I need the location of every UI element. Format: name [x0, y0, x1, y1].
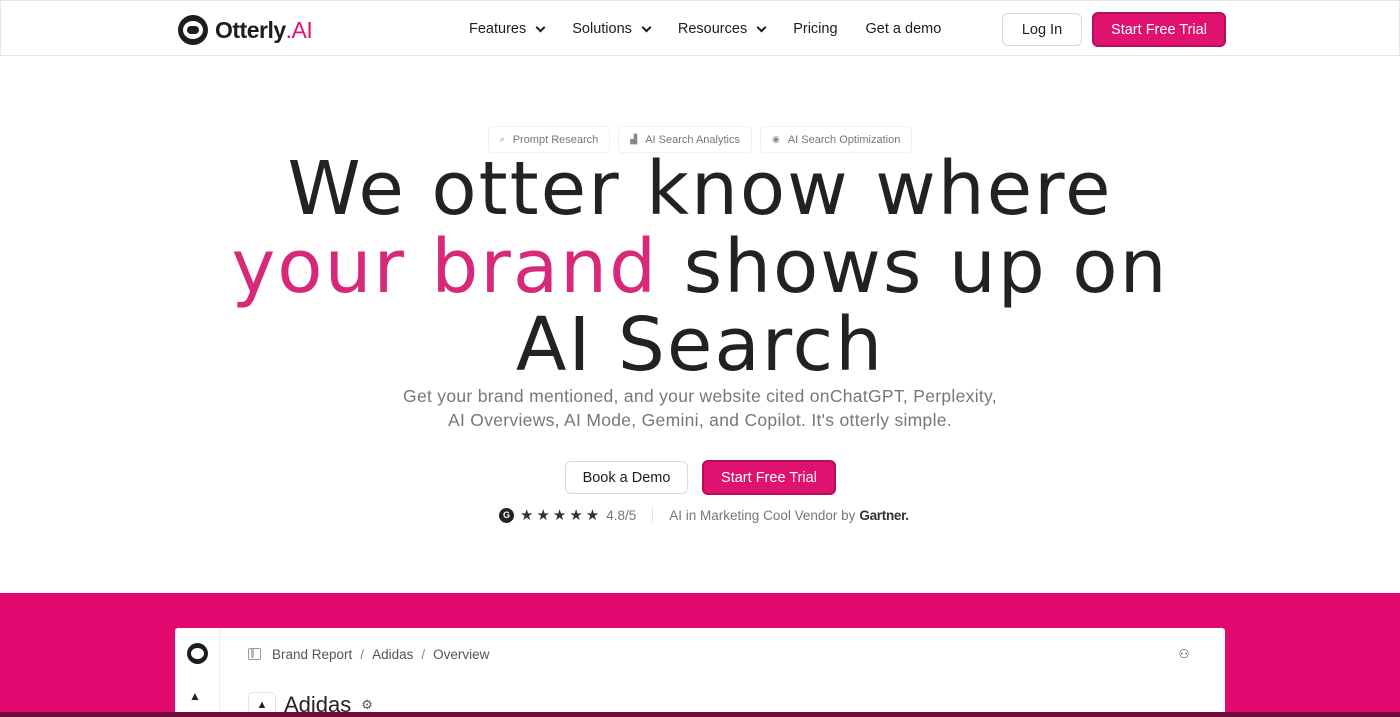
chart-icon: ▟: [630, 134, 638, 144]
divider: [652, 507, 654, 523]
user-icon[interactable]: ⚇: [1173, 643, 1195, 665]
otter-logo-icon: [178, 15, 208, 45]
chevron-down-icon: [535, 22, 546, 32]
top-navbar: Otterly.AI Features Solutions Resources …: [0, 0, 1400, 56]
sidebar-toggle-icon[interactable]: [248, 648, 261, 660]
rating-row: G ★★★★★ 4.8/5 AI in Marketing Cool Vendo…: [499, 505, 909, 525]
breadcrumb: Brand Report / Adidas / Overview: [248, 644, 489, 664]
vendor-text: AI in Marketing Cool Vendor by: [669, 507, 856, 523]
target-icon: ◉: [771, 134, 780, 144]
nav-resources[interactable]: Resources: [678, 21, 767, 37]
nav-links: Features Solutions Resources Pricing Get…: [469, 1, 969, 57]
g2-logo-icon: G: [499, 507, 514, 523]
nav-solutions[interactable]: Solutions: [572, 21, 652, 37]
start-trial-hero-button[interactable]: Start Free Trial: [702, 460, 836, 495]
rating-score: 4.8/5: [606, 507, 637, 523]
adidas-logo-icon[interactable]: ▲: [189, 689, 201, 703]
nav-get-demo[interactable]: Get a demo: [866, 21, 942, 37]
hero-headline: We otter know where your brand shows up …: [0, 150, 1400, 384]
login-button[interactable]: Log In: [1002, 13, 1082, 46]
hero-line-1: We otter know where: [287, 146, 1113, 232]
otterly-logo[interactable]: Otterly.AI: [178, 14, 313, 46]
search-icon: ⌕: [499, 134, 505, 144]
hero-line-2: your brand shows up on: [231, 224, 1169, 310]
breadcrumb-overview: Overview: [433, 646, 490, 662]
start-trial-nav-button[interactable]: Start Free Trial: [1092, 12, 1226, 47]
hero-subtitle: Get your brand mentioned, and your websi…: [403, 386, 997, 430]
logo-wordmark: Otterly.AI: [215, 16, 313, 43]
otter-logo-icon[interactable]: [187, 643, 208, 664]
hero-line-3: AI Search: [515, 302, 885, 388]
nav-pricing[interactable]: Pricing: [793, 21, 837, 37]
chevron-down-icon: [756, 22, 767, 32]
nav-features[interactable]: Features: [469, 21, 546, 37]
breadcrumb-adidas[interactable]: Adidas: [372, 647, 413, 662]
chevron-down-icon: [641, 22, 652, 32]
app-preview-window: ▲ Brand Report / Adidas / Overview ⚇ ▲ A…: [175, 628, 1225, 717]
app-sidebar: ▲: [175, 628, 220, 717]
rating-stars: ★★★★★: [520, 507, 603, 524]
gartner-logo: Gartner.: [859, 507, 909, 523]
bottom-edge: [0, 712, 1400, 717]
breadcrumb-brand-report[interactable]: Brand Report: [272, 647, 352, 662]
book-demo-button[interactable]: Book a Demo: [565, 461, 688, 494]
gear-icon[interactable]: ⚙: [361, 697, 373, 713]
